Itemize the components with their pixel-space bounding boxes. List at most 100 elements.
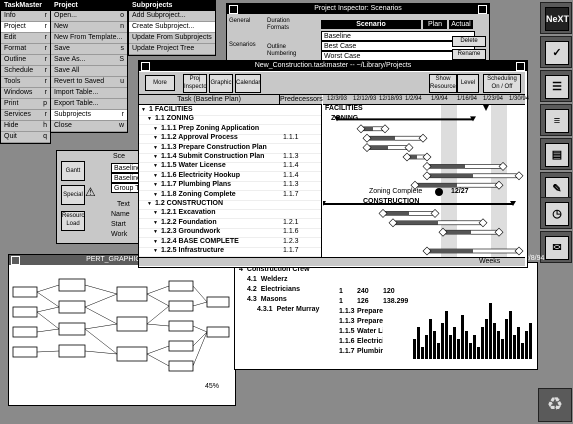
calendar-button[interactable]: Calendar: [235, 74, 261, 93]
miniaturize-icon[interactable]: [141, 62, 150, 71]
resource-row[interactable]: 4.3.1 Peter Murray: [257, 305, 319, 315]
gantt-date-label: 1/9/94: [431, 96, 448, 102]
recycler-icon[interactable]: ♻: [538, 388, 572, 422]
weeks-label: Weeks: [479, 258, 501, 265]
option-checkbox-name[interactable]: Name: [111, 211, 130, 218]
side-list-item[interactable]: Baseline: [111, 163, 141, 173]
resource-load-bar: [453, 327, 456, 359]
document-app-icon: ▤: [545, 143, 569, 167]
miniaturize-icon[interactable]: [229, 5, 238, 14]
subprojects-menu-item[interactable]: Create Subproject...: [129, 22, 215, 33]
graphic-button[interactable]: Graphic: [209, 74, 233, 93]
resource-detail-row[interactable]: 1.1.3Prepare Co: [339, 307, 409, 317]
taskmaster-menu-item[interactable]: Print p: [1, 99, 50, 110]
subprojects-menu-item[interactable]: Update From Subprojects: [129, 33, 215, 44]
close-icon[interactable]: [478, 5, 487, 14]
resource-detail-row[interactable]: 1.1.7Plumbing: [339, 347, 409, 357]
main-titlebar[interactable]: New_Construction.taskmaster -- ~/Library…: [139, 61, 527, 71]
menu-item-shortcut: r: [44, 111, 47, 118]
menu-item-label: Save: [54, 45, 70, 52]
project-menu-item[interactable]: Export Table...: [51, 99, 127, 110]
option-checkbox-work[interactable]: Work: [111, 231, 127, 238]
level-button[interactable]: Level: [457, 74, 479, 93]
more-button[interactable]: More: [145, 75, 175, 91]
pert-diagram[interactable]: [9, 267, 233, 393]
subprojects-menu-item[interactable]: Update Project Tree: [129, 44, 215, 55]
dock-icon-preview[interactable]: ≡: [540, 104, 572, 136]
menu-item-label: Quit: [4, 133, 17, 140]
gantt-button[interactable]: Gantt: [61, 161, 85, 181]
inspector-tab-scenarios[interactable]: Scenarios: [229, 42, 265, 56]
inspector-tab-general[interactable]: General: [229, 18, 265, 34]
project-menu-item[interactable]: Revert to Saved u: [51, 77, 127, 88]
main-window-title: New_Construction.taskmaster -- ~/Library…: [254, 62, 412, 69]
project-menu-item[interactable]: Save All: [51, 66, 127, 77]
taskmaster-menu-item[interactable]: Services r: [1, 110, 50, 121]
dock-icon-mail[interactable]: ✉: [540, 231, 572, 263]
task-row[interactable]: ▼ 1.2.5 Infrastructure 1.1.7: [139, 246, 321, 257]
project-menu-item[interactable]: Open... o: [51, 11, 127, 22]
dock-icon-inspector[interactable]: ☰: [540, 70, 572, 102]
project-menu-item[interactable]: Import Table...: [51, 88, 127, 99]
disclosure-triangle-icon[interactable]: ▼: [153, 246, 158, 256]
option-checkbox-start[interactable]: Start: [111, 221, 126, 228]
menu-item-label: Revert to Saved: [54, 78, 105, 85]
dock-icon-document[interactable]: ▤: [540, 138, 572, 170]
project-menu-item[interactable]: New From Template...: [51, 33, 127, 44]
resource-detail-row[interactable]: 1.1.5Water Lice: [339, 327, 409, 337]
predecessors-column-header[interactable]: Predecessors: [279, 95, 323, 105]
taskmaster-menu-item[interactable]: Tools r: [1, 77, 50, 88]
horizontal-scrollbar[interactable]: Weeks: [139, 257, 525, 266]
taskmaster-menu-item[interactable]: Project r: [1, 22, 50, 33]
taskmaster-menu-item[interactable]: Quit q: [1, 132, 50, 143]
project-menu-item[interactable]: Save As... S: [51, 55, 127, 66]
inspector-titlebar[interactable]: Project Inspector: Scenarios: [227, 4, 489, 14]
inspector-tab-duration[interactable]: Duration Formats: [267, 18, 299, 38]
delete-button[interactable]: Delete: [452, 36, 486, 47]
resource-detail-row[interactable]: 1.1.6Electricity: [339, 337, 409, 347]
option-label: Text: [117, 201, 130, 208]
taskmaster-menu-item[interactable]: Format r: [1, 44, 50, 55]
task-column-header[interactable]: Task (Baseline Plan): [139, 95, 279, 105]
dock-icon-next[interactable]: NeXT: [540, 2, 572, 34]
resource-load-button[interactable]: Resource Load: [61, 211, 85, 231]
scheduling-toggle[interactable]: Scheduling On / Off: [483, 74, 521, 93]
taskmaster-menu-item[interactable]: Info r: [1, 11, 50, 22]
gantt-bars[interactable]: [323, 105, 525, 257]
menu-item-label: Edit: [4, 34, 17, 41]
proj-inspector-button[interactable]: Proj Inspector: [183, 74, 207, 93]
project-menu-item[interactable]: New n: [51, 22, 127, 33]
gantt-date-label: 12/18/93: [379, 96, 403, 102]
dock-icon-clock[interactable]: ◷: [540, 197, 572, 229]
rename-button[interactable]: Rename: [452, 49, 486, 60]
resource-load-bar: [433, 331, 436, 359]
taskmaster-menu-item[interactable]: Windows r: [1, 88, 50, 99]
pert-zoom-label[interactable]: 45%: [205, 383, 219, 390]
resource-load-bar: [497, 331, 500, 359]
taskmaster-menu-item[interactable]: Hide h: [1, 121, 50, 132]
menu-item-shortcut: r: [121, 111, 124, 118]
resource-row[interactable]: 4.3 Masons: [247, 295, 287, 305]
resource-detail-row[interactable]: 1 126 138.299: [339, 297, 409, 307]
project-menu-item[interactable]: Subprojects r: [51, 110, 127, 121]
side-list-item[interactable]: Baseline: [111, 173, 141, 183]
resource-row[interactable]: 4.1 Welderz: [247, 275, 287, 285]
resource-window: 4 Construction Crew 4.1 Welderz 4.2 Electrici…: [234, 255, 544, 370]
dock-icon-taskmaster[interactable]: ✓: [540, 36, 572, 68]
project-menu-item[interactable]: Save s: [51, 44, 127, 55]
taskmaster-menu-item[interactable]: Schedule r: [1, 66, 50, 77]
subprojects-menu-item[interactable]: Add Subproject...: [129, 11, 215, 22]
miniaturize-icon[interactable]: [11, 256, 20, 265]
taskmaster-menu-item[interactable]: Edit r: [1, 33, 50, 44]
taskmaster-menu-item[interactable]: Outline r: [1, 55, 50, 66]
special-button[interactable]: Special: [61, 185, 85, 205]
project-menu-item[interactable]: Close w: [51, 121, 127, 132]
close-icon[interactable]: [516, 62, 525, 71]
menu-item-label: New From Template...: [54, 34, 123, 41]
resource-row[interactable]: 4.2 Electricians: [247, 285, 300, 295]
side-list-item[interactable]: Group T: [111, 183, 141, 193]
show-resources-button[interactable]: Show Resources: [429, 74, 457, 93]
resource-detail-row[interactable]: 1.1.3Prepare Co: [339, 317, 409, 327]
resource-detail-row[interactable]: 1 240 120: [339, 287, 409, 297]
taskmaster-menu: TaskMaster Info r Project r Edit r Format r Outl…: [0, 0, 51, 144]
